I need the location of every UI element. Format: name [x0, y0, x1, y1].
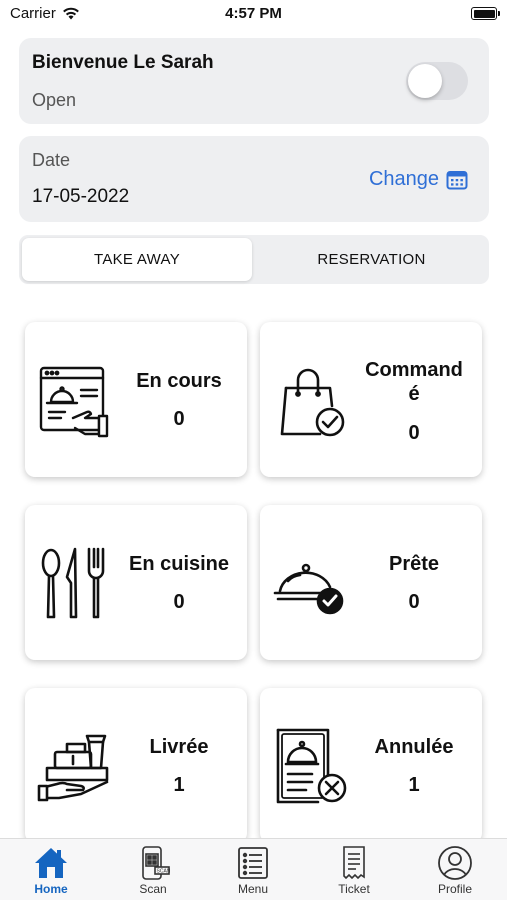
open-toggle[interactable] [406, 62, 468, 100]
tile-annulee[interactable]: Annulée 1 [260, 688, 482, 843]
cancelled-menu-icon [276, 728, 347, 804]
tile-count: 0 [173, 408, 185, 430]
clock: 4:57 PM [225, 5, 282, 22]
tile-count: 1 [173, 774, 185, 796]
segment-take-away[interactable]: TAKE AWAY [22, 238, 252, 281]
date-value: 17-05-2022 [32, 186, 130, 207]
online-order-icon [39, 366, 109, 438]
profile-icon [438, 846, 472, 880]
battery-icon [471, 7, 500, 20]
welcome-card: Bienvenue Le Sarah Open [19, 38, 489, 124]
tile-label: Livrée [149, 736, 209, 758]
delivery-hand-icon [37, 734, 109, 802]
tile-en-cuisine[interactable]: En cuisine 0 [25, 505, 247, 660]
tile-livree[interactable]: Livrée 1 [25, 688, 247, 843]
tab-label: Menu [237, 882, 269, 896]
tile-prete[interactable]: Prête 0 [260, 505, 482, 660]
tab-home[interactable]: Home [11, 845, 91, 899]
tab-menu[interactable]: Menu [213, 845, 293, 899]
tab-profile[interactable]: Profile [415, 845, 495, 899]
tile-label-line1: Command [365, 359, 463, 381]
menu-list-icon [238, 847, 268, 879]
tab-label: Scan [139, 882, 167, 896]
tab-ticket[interactable]: Ticket [314, 845, 394, 899]
tab-scan[interactable]: SCAN Scan [113, 845, 193, 899]
svg-text:SCAN: SCAN [157, 869, 171, 875]
date-card: Date 17-05-2022 Change [19, 136, 489, 222]
home-icon [35, 848, 67, 878]
welcome-title: Bienvenue Le Sarah [32, 52, 214, 73]
tab-bar: Home SCAN Scan Menu Ticket Profile [0, 838, 507, 900]
segment-reservation[interactable]: RESERVATION [257, 238, 486, 281]
cloche-check-icon [273, 563, 344, 615]
tile-count: 0 [408, 422, 420, 444]
tab-label: Ticket [338, 882, 370, 896]
tile-label: Command é [356, 358, 472, 406]
tile-count: 0 [408, 591, 420, 613]
change-label: Change [368, 168, 439, 190]
tile-count: 0 [173, 591, 185, 613]
change-date-button[interactable]: Change [369, 168, 468, 191]
ticket-icon [343, 846, 365, 880]
tab-label: Home [34, 882, 68, 896]
tile-label: En cours [136, 370, 222, 392]
status-bar: Carrier 4:57 PM [0, 0, 507, 30]
date-label: Date [32, 150, 71, 170]
scan-icon: SCAN [142, 846, 171, 880]
store-status: Open [32, 90, 77, 110]
shopping-bag-check-icon [280, 368, 345, 437]
calendar-icon [446, 170, 468, 189]
cutlery-icon [41, 547, 105, 619]
tile-label: Prête [388, 553, 440, 575]
tile-commande[interactable]: Command é 0 [260, 322, 482, 477]
toggle-knob [408, 64, 442, 98]
tile-label: Annulée [374, 736, 454, 758]
tile-en-cours[interactable]: En cours 0 [25, 322, 247, 477]
order-type-segment: TAKE AWAY RESERVATION [19, 235, 489, 284]
tile-label-line2: é [408, 383, 420, 405]
tab-label: Profile [437, 882, 472, 896]
tile-count: 1 [408, 774, 420, 796]
tile-label: En cuisine [128, 553, 230, 575]
